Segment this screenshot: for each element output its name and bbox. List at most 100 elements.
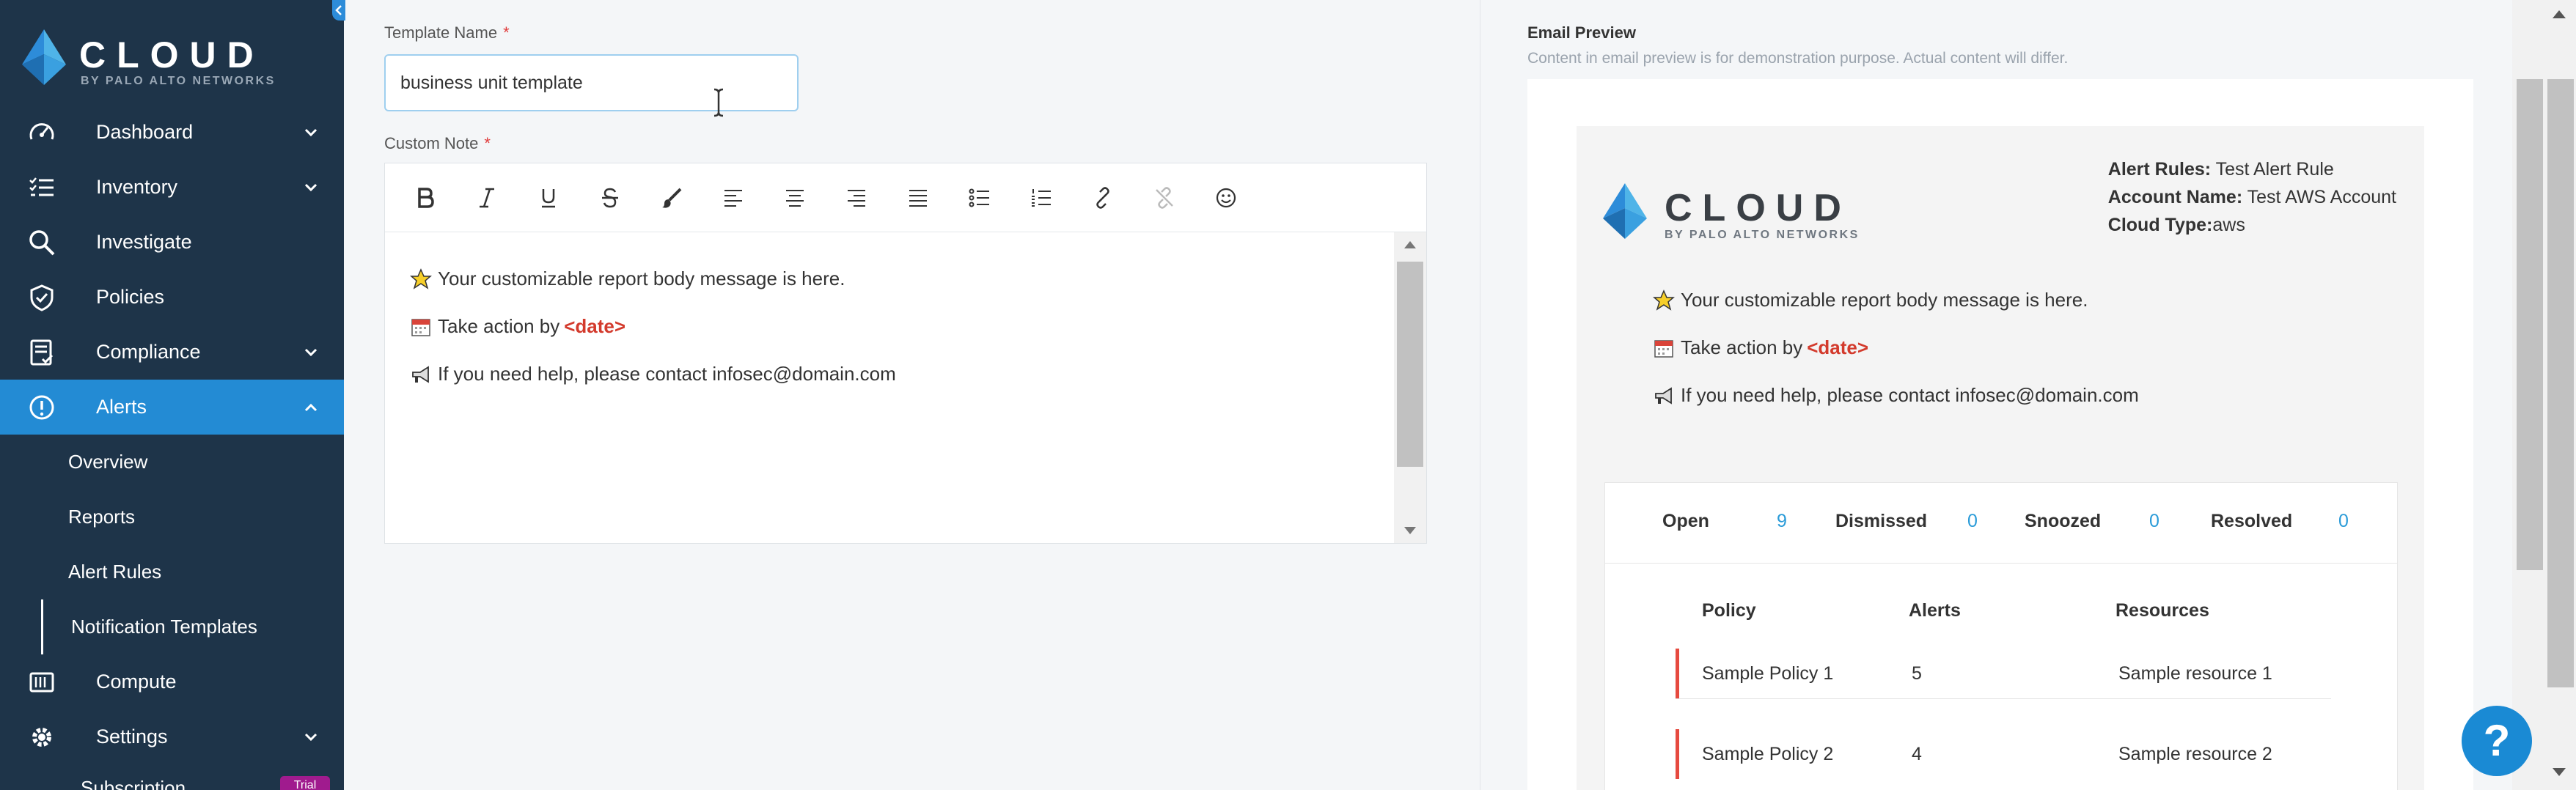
sidebar-item-inventory[interactable]: Inventory bbox=[0, 160, 344, 215]
column-header-resources: Resources bbox=[2116, 600, 2209, 621]
meta-label: Cloud Type: bbox=[2107, 215, 2213, 235]
sidebar-item-dashboard[interactable]: Dashboard bbox=[0, 105, 344, 160]
email-preview-subtitle: Content in email preview is for demonstr… bbox=[1527, 50, 2069, 67]
italic-button[interactable] bbox=[470, 181, 504, 215]
custom-note-label: Custom Note * bbox=[384, 134, 491, 153]
scroll-down-arrow-icon[interactable] bbox=[1404, 527, 1416, 534]
table-cell-resource: Sample resource 1 bbox=[2118, 663, 2272, 684]
sidebar-item-subscription[interactable]: Subscription bbox=[81, 777, 186, 790]
underline-button[interactable] bbox=[532, 181, 565, 215]
meta-value: aws bbox=[2212, 215, 2245, 235]
bold-button[interactable] bbox=[408, 181, 442, 215]
note-line-text: If you need help, please contact infosec… bbox=[438, 363, 896, 385]
note-line-1: Your customizable report body message is… bbox=[410, 267, 845, 290]
numbered-list-button[interactable] bbox=[1024, 181, 1058, 215]
stat-dismissed-value: 0 bbox=[1967, 511, 1978, 531]
bold-icon bbox=[418, 188, 434, 208]
chevron-down-icon bbox=[304, 183, 318, 191]
column-header-policy: Policy bbox=[1702, 600, 1756, 621]
align-left-icon bbox=[724, 190, 742, 207]
template-name-label-text: Template Name bbox=[384, 23, 498, 42]
sidebar-subitem-reports[interactable]: Reports bbox=[0, 490, 344, 544]
unlink-button[interactable] bbox=[1148, 181, 1181, 215]
editor-scrollbar[interactable] bbox=[1394, 232, 1426, 543]
sidebar-collapse-button[interactable] bbox=[332, 0, 345, 21]
brand-logo[interactable]: CLOUD BY PALO ALTO NETWORKS bbox=[22, 29, 330, 92]
email-preview-body: CLOUD BY PALO ALTO NETWORKS Alert Rules:… bbox=[1577, 126, 2424, 790]
text-cursor-icon bbox=[713, 88, 724, 117]
required-marker: * bbox=[503, 23, 510, 42]
custom-note-editor: Your customizable report body message is… bbox=[384, 163, 1427, 544]
cloud-logo-icon bbox=[22, 29, 66, 85]
unlink-icon bbox=[1156, 187, 1173, 209]
sidebar-item-label: Inventory bbox=[96, 176, 178, 198]
chevron-down-icon bbox=[304, 348, 318, 356]
gear-icon bbox=[32, 727, 51, 747]
bulleted-list-button[interactable] bbox=[963, 181, 997, 215]
scroll-up-arrow-icon[interactable] bbox=[1404, 241, 1416, 248]
sidebar-item-policies[interactable]: Policies bbox=[0, 270, 344, 325]
brand-tagline: BY PALO ALTO NETWORKS bbox=[81, 75, 276, 87]
table-cell-policy: Sample Policy 1 bbox=[1702, 663, 1834, 684]
brush-button[interactable] bbox=[655, 181, 689, 215]
sidebar-item-investigate[interactable]: Investigate bbox=[0, 215, 344, 270]
page-scroll-up-icon[interactable] bbox=[2553, 10, 2566, 18]
meta-account-name: Account Name: Test AWS Account bbox=[2108, 183, 2396, 211]
sidebar-subitem-overview[interactable]: Overview bbox=[0, 435, 344, 490]
sidebar-item-alerts[interactable]: Alerts bbox=[0, 380, 344, 435]
sidebar-item-compute[interactable]: Compute bbox=[0, 654, 344, 709]
align-right-button[interactable] bbox=[840, 181, 873, 215]
strikethrough-button[interactable] bbox=[593, 181, 627, 215]
meta-cloud-type: Cloud Type:aws bbox=[2108, 211, 2396, 239]
email-line-3: If you need help, please contact infosec… bbox=[1653, 384, 2139, 407]
template-name-label: Template Name * bbox=[384, 23, 510, 43]
note-line-text: Take action by bbox=[438, 315, 560, 337]
speedometer-icon bbox=[29, 122, 54, 140]
template-name-input[interactable] bbox=[384, 54, 799, 111]
sidebar: CLOUD BY PALO ALTO NETWORKS Dashboard In… bbox=[0, 0, 344, 790]
sidebar-item-compliance[interactable]: Compliance bbox=[0, 325, 344, 380]
editor-scroll-thumb[interactable] bbox=[1397, 262, 1423, 467]
meta-value: Test Alert Rule bbox=[2215, 159, 2334, 180]
email-line-text: Your customizable report body message is… bbox=[1681, 289, 2088, 311]
align-justify-icon bbox=[909, 190, 927, 207]
table-cell-alerts: 4 bbox=[1912, 744, 1922, 764]
email-preview-title: Email Preview bbox=[1527, 23, 1636, 42]
editor-content[interactable]: Your customizable report body message is… bbox=[385, 232, 1395, 543]
chevron-left-icon bbox=[335, 5, 342, 15]
meta-label: Alert Rules: bbox=[2107, 159, 2212, 180]
column-header-alerts: Alerts bbox=[1909, 600, 1961, 621]
email-line-text: If you need help, please contact infosec… bbox=[1681, 384, 2139, 406]
align-center-icon bbox=[786, 190, 804, 207]
cloud-logo-icon bbox=[1603, 183, 1647, 239]
date-placeholder: <date> bbox=[564, 315, 626, 337]
preview-scroll-thumb[interactable] bbox=[2517, 79, 2543, 570]
star-icon bbox=[1653, 289, 1675, 311]
sidebar-subitem-alert-rules[interactable]: Alert Rules bbox=[0, 544, 344, 599]
table-cell-alerts: 5 bbox=[1912, 663, 1922, 684]
page-scroll-thumb[interactable] bbox=[2547, 79, 2574, 687]
italic-icon bbox=[480, 188, 494, 208]
emoji-button[interactable] bbox=[1209, 181, 1243, 215]
sidebar-subitem-notification-templates[interactable]: Notification Templates bbox=[0, 599, 344, 654]
note-line-2: Take action by <date> bbox=[410, 315, 625, 338]
link-button[interactable] bbox=[1086, 181, 1120, 215]
align-justify-button[interactable] bbox=[901, 181, 935, 215]
alert-summary-card: Open 9 Dismissed 0 Snoozed 0 Resolved 0 … bbox=[1604, 482, 2398, 790]
shield-check-icon bbox=[30, 284, 54, 311]
align-left-button[interactable] bbox=[716, 181, 750, 215]
sidebar-item-settings[interactable]: Settings bbox=[0, 709, 344, 764]
email-line-text: Take action by bbox=[1681, 336, 1803, 358]
severity-bar bbox=[1676, 649, 1679, 698]
stat-open-value: 9 bbox=[1777, 511, 1787, 531]
help-button[interactable]: ? bbox=[2462, 706, 2532, 776]
sidebar-item-label: Alerts bbox=[96, 396, 147, 418]
page-scroll-down-icon[interactable] bbox=[2553, 768, 2566, 776]
report-icon bbox=[30, 339, 54, 365]
chevron-down-icon bbox=[304, 128, 318, 136]
align-right-icon bbox=[848, 190, 865, 207]
strikethrough-icon bbox=[602, 188, 618, 208]
stat-resolved-value: 0 bbox=[2338, 511, 2349, 531]
align-center-button[interactable] bbox=[778, 181, 812, 215]
note-line-3: If you need help, please contact infosec… bbox=[410, 363, 896, 385]
